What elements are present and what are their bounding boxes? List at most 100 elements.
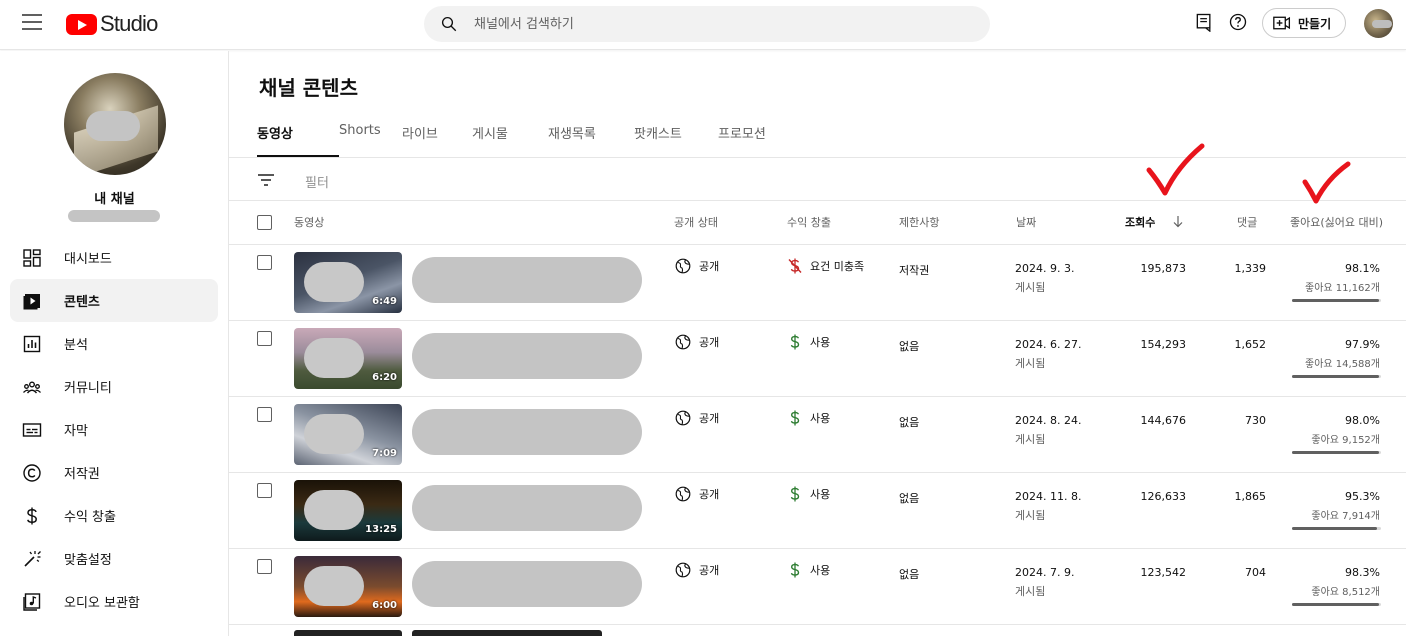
table-row[interactable]: 7:09 공개 사용 없음 2024. 8. 24. 게시됨 144,676 7…	[229, 397, 1406, 473]
row-checkbox[interactable]	[257, 483, 272, 498]
sidebar-item-subtitles[interactable]: 자막	[10, 408, 218, 451]
youtube-logo-icon	[66, 13, 97, 35]
sidebar-item-dashboard[interactable]: 대시보드	[10, 236, 218, 279]
search-bar[interactable]	[424, 6, 990, 42]
select-all-checkbox[interactable]	[257, 215, 272, 230]
date-status: 게시됨	[1015, 357, 1046, 370]
video-title-redacted[interactable]	[412, 561, 642, 607]
filter-input[interactable]: 필터	[305, 172, 329, 191]
row-checkbox[interactable]	[257, 331, 272, 346]
help-icon[interactable]	[1228, 12, 1248, 32]
column-header-monetization[interactable]: 수익 창출	[787, 214, 831, 230]
like-ratio-fill	[1292, 451, 1380, 454]
sidebar-item-analytics[interactable]: 분석	[10, 322, 218, 365]
visibility-cell[interactable]: 공개	[675, 562, 719, 578]
row-checkbox[interactable]	[257, 255, 272, 270]
monetization-cell[interactable]: 사용	[788, 410, 830, 426]
column-header-views[interactable]: 조회수	[1125, 214, 1155, 230]
visibility-cell[interactable]: 공개	[675, 334, 719, 350]
video-thumbnail[interactable]: 6:20	[294, 328, 402, 389]
monetization-label: 사용	[810, 412, 831, 425]
table-row[interactable]: 13:25 공개 사용 없음 2024. 11. 8. 게시됨 126,633 …	[229, 473, 1406, 549]
tab-shorts[interactable]: Shorts	[311, 123, 392, 157]
menu-icon[interactable]	[22, 14, 42, 30]
row-checkbox[interactable]	[257, 407, 272, 422]
tab-posts[interactable]: 게시물	[472, 123, 548, 157]
restrictions-label[interactable]: 없음	[899, 414, 919, 430]
sidebar-item-content[interactable]: 콘텐츠	[10, 279, 218, 322]
sidebar-item-label: 분석	[64, 338, 88, 353]
tab-playlists[interactable]: 재생목록	[548, 123, 634, 157]
main-content: 채널 콘텐츠 동영상 Shorts 라이브 게시물 재생목록 팟캐스트 프로모션…	[229, 51, 1406, 636]
video-thumbnail[interactable]: 6:00	[294, 556, 402, 617]
date-label: 2024. 6. 27.	[1015, 338, 1082, 351]
video-title-redacted[interactable]	[412, 409, 642, 455]
like-ratio-fill	[1292, 527, 1377, 530]
comments-count[interactable]: 704	[1245, 566, 1266, 579]
visibility-label: 공개	[699, 488, 720, 501]
youtube-studio-logo[interactable]: Studio	[66, 11, 158, 37]
views-count: 126,633	[1140, 490, 1187, 503]
search-input[interactable]	[474, 14, 954, 34]
sidebar-item-audio-library[interactable]: 오디오 보관함	[10, 580, 218, 623]
table-row[interactable]: 6:00 공개 사용 없음 2024. 7. 9. 게시됨 123,542 70…	[229, 549, 1406, 625]
create-button[interactable]: 만들기	[1262, 8, 1346, 38]
annotation-checkmark-likes	[1302, 161, 1351, 204]
comments-count[interactable]: 1,865	[1235, 490, 1267, 503]
date-status: 게시됨	[1015, 585, 1046, 598]
feedback-icon[interactable]	[1194, 12, 1214, 32]
visibility-cell[interactable]: 공개	[675, 258, 719, 274]
filter-icon[interactable]	[257, 171, 275, 189]
monetization-cell[interactable]: 사용	[788, 486, 830, 502]
likes-cell: 95.3% 좋아요 7,914개	[1311, 490, 1380, 522]
row-checkbox[interactable]	[257, 559, 272, 574]
sidebar-item-community[interactable]: 커뮤니티	[10, 365, 218, 408]
sidebar-item-customization[interactable]: 맞춤설정	[10, 537, 218, 580]
video-title-redacted[interactable]	[412, 333, 642, 379]
comments-count[interactable]: 730	[1245, 414, 1266, 427]
monetization-cell[interactable]: 사용	[788, 334, 830, 350]
restrictions-label[interactable]: 없음	[899, 566, 919, 582]
restrictions-label[interactable]: 없음	[899, 338, 919, 354]
globe-icon	[675, 410, 691, 426]
monetization-cell[interactable]: 사용	[788, 562, 830, 578]
restrictions-label[interactable]: 저작권	[899, 262, 929, 278]
tab-promotions[interactable]: 프로모션	[718, 123, 788, 157]
like-percentage: 95.3%	[1345, 490, 1380, 503]
video-title-redacted[interactable]	[412, 485, 642, 531]
like-ratio-fill	[1292, 299, 1380, 302]
table-row[interactable]: 6:49 공개 요건 미충족 저작권 2024. 9. 3. 게시됨 195,8…	[229, 245, 1406, 321]
channel-avatar[interactable]	[64, 73, 166, 175]
restrictions-label[interactable]: 없음	[899, 490, 919, 506]
sort-descending-icon[interactable]	[1172, 215, 1184, 228]
like-ratio-bar	[1292, 375, 1381, 378]
monetization-label: 요건 미충족	[810, 260, 865, 273]
visibility-cell[interactable]: 공개	[675, 486, 719, 502]
tab-podcasts[interactable]: 팟캐스트	[634, 123, 718, 157]
video-thumbnail[interactable]: 7:09	[294, 404, 402, 465]
like-ratio-bar	[1292, 299, 1381, 302]
sidebar-item-label: 오디오 보관함	[64, 596, 140, 611]
column-header-comments[interactable]: 댓글	[1237, 214, 1257, 230]
sidebar-item-label: 저작권	[64, 467, 100, 482]
column-header-date[interactable]: 날짜	[1016, 214, 1036, 230]
column-header-likes[interactable]: 좋아요(싫어요 대비)	[1290, 214, 1383, 230]
table-row[interactable]: 6:20 공개 사용 없음 2024. 6. 27. 게시됨 154,293 1…	[229, 321, 1406, 397]
comments-count[interactable]: 1,652	[1235, 338, 1267, 351]
sidebar-item-copyright[interactable]: 저작권	[10, 451, 218, 494]
next-row-thumbnail	[294, 630, 402, 636]
column-header-restrictions[interactable]: 제한사항	[899, 214, 939, 230]
views-count: 144,676	[1140, 414, 1187, 427]
comments-count[interactable]: 1,339	[1235, 262, 1267, 275]
like-count: 좋아요 14,588개	[1305, 359, 1380, 370]
column-header-visibility[interactable]: 공개 상태	[674, 214, 718, 230]
video-thumbnail[interactable]: 6:49	[294, 252, 402, 313]
sidebar: 내 채널 대시보드 콘텐츠 분석 커뮤니티 자막 저작권 수익 창출 맞춤설정 …	[0, 51, 229, 636]
video-thumbnail[interactable]: 13:25	[294, 480, 402, 541]
monetization-cell[interactable]: 요건 미충족	[788, 258, 864, 274]
tab-live[interactable]: 라이브	[392, 123, 472, 157]
account-avatar[interactable]	[1364, 9, 1393, 38]
sidebar-item-monetization[interactable]: 수익 창출	[10, 494, 218, 537]
visibility-cell[interactable]: 공개	[675, 410, 719, 426]
video-title-redacted[interactable]	[412, 257, 642, 303]
